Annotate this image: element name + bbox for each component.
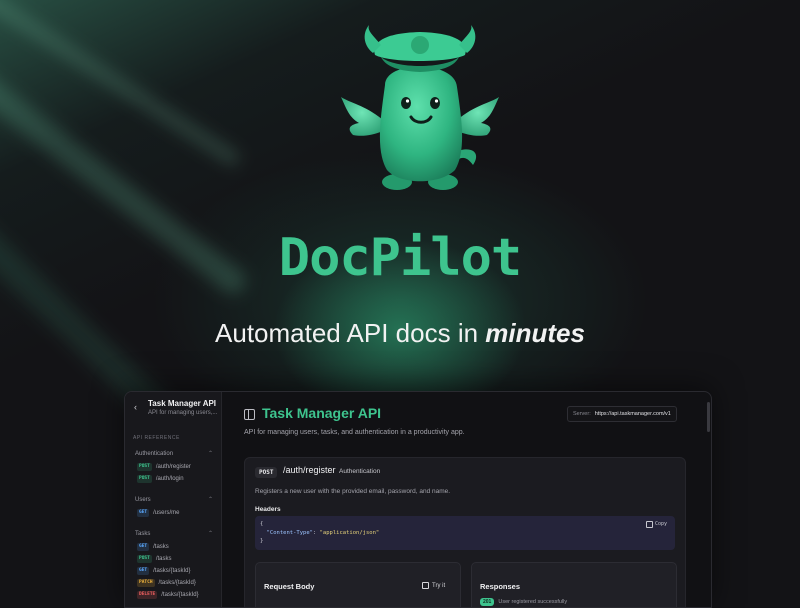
main-content: Task Manager API Server: https://api.tas… <box>222 392 711 607</box>
method-badge: DELETE <box>137 590 158 599</box>
tagline-emphasis: minutes <box>485 318 585 348</box>
sidebar-item[interactable]: PATCH /tasks/{taskId} <box>137 578 196 587</box>
status-badge: 201 <box>480 598 495 606</box>
sidebar-group-users[interactable]: Users ⌃ <box>135 497 213 503</box>
group-label: Users <box>135 497 151 503</box>
responses-title: Responses <box>480 582 521 591</box>
response-row[interactable]: 201 User registered successfully <box>480 598 567 606</box>
group-label: Tasks <box>135 531 151 537</box>
copy-icon <box>645 520 653 528</box>
endpoint-path: /tasks/{taskId} <box>161 591 199 598</box>
sidebar-item[interactable]: DELETE /tasks/{taskId} <box>137 590 199 599</box>
method-badge: POST <box>137 462 152 471</box>
code-value: "application/json" <box>319 529 380 536</box>
chevron-up-icon: ⌃ <box>207 497 213 503</box>
copy-label: Copy <box>654 521 667 527</box>
method-badge: GET <box>137 566 150 575</box>
sidebar-item[interactable]: POST /auth/login <box>137 474 184 483</box>
headers-label: Headers <box>255 506 281 513</box>
group-label: Authentication <box>135 451 174 457</box>
tagline-text: Automated API docs in <box>215 318 479 348</box>
page-title: Task Manager API <box>262 405 382 421</box>
mascot-logo <box>341 25 499 190</box>
endpoint-path: /tasks <box>155 555 172 562</box>
tagline: Automated API docs in minutes <box>0 318 800 349</box>
endpoint-path: /auth/register <box>155 463 191 470</box>
endpoint-path: /auth/register <box>283 465 336 475</box>
request-body-card: Request Body Try it <box>255 562 461 607</box>
endpoint-card: POST /auth/register Authentication Regis… <box>244 457 686 607</box>
server-label: Server: <box>573 411 591 417</box>
method-badge: POST <box>255 467 278 478</box>
chevron-up-icon: ⌃ <box>207 531 213 537</box>
sidebar-toggle-icon[interactable] <box>244 409 255 420</box>
sidebar-title: Task Manager API <box>148 399 217 408</box>
request-body-title: Request Body <box>264 582 315 591</box>
method-badge: POST <box>137 474 152 483</box>
section-label: API REFERENCE <box>133 435 180 441</box>
code-brace: { <box>260 521 264 527</box>
sidebar-header: ‹ Task Manager API API for managing user… <box>125 392 221 432</box>
sidebar-item[interactable]: GET /users/me <box>137 508 179 517</box>
sidebar-item[interactable]: POST /auth/register <box>137 462 191 471</box>
sidebar-group-authentication[interactable]: Authentication ⌃ <box>135 451 213 457</box>
try-it-button[interactable]: Try it <box>422 582 445 589</box>
method-badge: GET <box>137 542 150 551</box>
scrollbar[interactable] <box>707 402 710 432</box>
sidebar-item[interactable]: GET /tasks/{taskId} <box>137 566 191 575</box>
code-block: { "Content-Type": "application/json" } C… <box>255 516 675 550</box>
endpoint-path: /users/me <box>153 509 180 516</box>
sidebar-item[interactable]: GET /tasks <box>137 542 169 551</box>
api-description: API for managing users, tasks, and authe… <box>244 429 465 436</box>
endpoint-path: /auth/login <box>155 475 184 482</box>
chevron-left-icon[interactable]: ‹ <box>134 402 137 412</box>
endpoint-path: /tasks/{taskId} <box>153 567 191 574</box>
copy-button[interactable]: Copy <box>645 520 667 529</box>
method-badge: GET <box>137 508 150 517</box>
chevron-up-icon: ⌃ <box>207 451 213 457</box>
endpoint-description: Registers a new user with the provided e… <box>255 488 451 495</box>
method-badge: PATCH <box>137 578 155 587</box>
server-selector[interactable]: Server: https://api.taskmanager.com/v1 <box>567 406 677 422</box>
method-badge: POST <box>137 554 152 563</box>
brand-name: DocPilot <box>278 228 522 288</box>
endpoint-tag: Authentication <box>339 468 381 475</box>
sidebar-subtitle: API for managing users,... <box>148 410 218 416</box>
responses-card: Responses 201 User registered successful… <box>471 562 677 607</box>
external-link-icon <box>422 582 429 589</box>
sidebar: ‹ Task Manager API API for managing user… <box>125 392 222 607</box>
try-it-label: Try it <box>432 582 446 589</box>
sidebar-item[interactable]: POST /tasks <box>137 554 172 563</box>
endpoint-path: /tasks <box>153 543 169 550</box>
code-key: "Content-Type" <box>266 529 313 536</box>
code-brace: } <box>260 538 264 544</box>
server-url: https://api.taskmanager.com/v1 <box>594 411 671 417</box>
sidebar-group-tasks[interactable]: Tasks ⌃ <box>135 531 213 537</box>
app-window: ‹ Task Manager API API for managing user… <box>124 391 712 608</box>
endpoint-path: /tasks/{taskId} <box>158 579 196 586</box>
